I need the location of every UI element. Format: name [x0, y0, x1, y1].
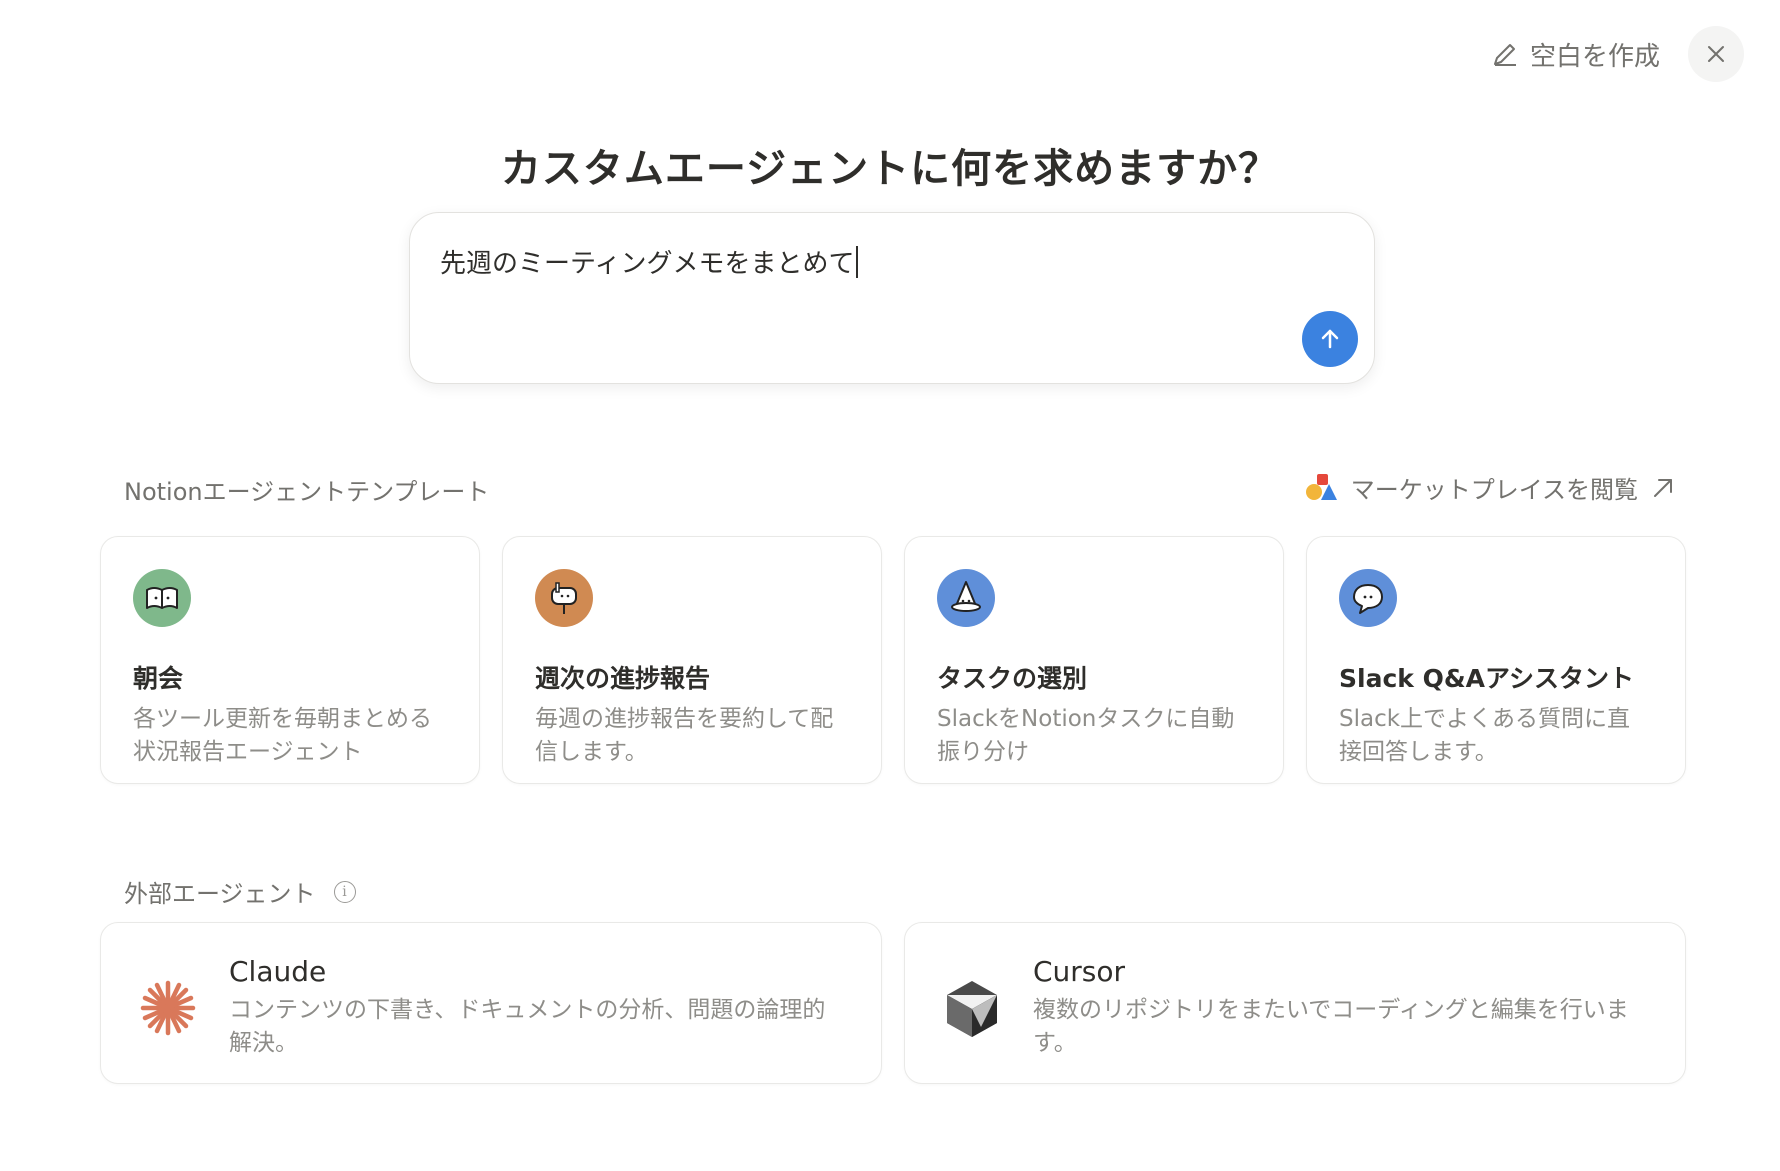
pencil-icon: [1493, 44, 1516, 66]
browse-marketplace-link[interactable]: マーケットプレイスを閲覧: [1303, 470, 1676, 505]
arrow-up-icon: [1321, 329, 1339, 349]
create-blank-label: 空白を作成: [1529, 41, 1660, 72]
claude-icon: [140, 980, 196, 1036]
external-agent-text: Claude コンテンツの下書き、ドキュメントの分析、問題の論理的解決。: [229, 955, 845, 1056]
prompt-value: 先週のミーティングメモをまとめて: [440, 249, 855, 279]
marketplace-shapes-icon: [1305, 473, 1337, 500]
create-blank-button[interactable]: 空白を作成: [1490, 36, 1660, 73]
marketplace-label: マーケットプレイスを閲覧: [1350, 476, 1638, 504]
page-title: カスタムエージェントに何を求めますか？: [500, 146, 1280, 192]
prompt-text-wrap: 先週のミーティングメモをまとめて: [440, 243, 859, 280]
template-card-weekly-report[interactable]: 週次の進捗報告 毎週の進捗報告を要約して配信します。: [502, 536, 882, 784]
external-link-arrow-icon: [1654, 478, 1672, 497]
template-card-slack-qa[interactable]: Slack Q&Aアシスタント Slack上でよくある質問に直接回答します。: [1306, 536, 1686, 784]
cursor-icon: [947, 981, 997, 1037]
info-icon[interactable]: i: [333, 880, 356, 903]
template-title: タスクの選別: [937, 664, 1088, 693]
template-title: 週次の進捗報告: [535, 664, 711, 693]
external-title: 外部エージェント: [124, 880, 316, 908]
template-desc: 各ツール更新を毎朝まとめる状況報告エージェント: [133, 706, 432, 765]
external-agent-desc: 複数のリポジトリをまたいでコーディングと編集を行います。: [1033, 997, 1629, 1056]
top-actions: 空白を作成: [1490, 26, 1744, 82]
text-caret: [856, 245, 859, 278]
template-card-morning-standup[interactable]: 朝会 各ツール更新を毎朝まとめる状況報告エージェント: [100, 536, 480, 784]
template-title: Slack Q&Aアシスタント: [1339, 664, 1634, 693]
templates-section-title: Notionエージェントテンプレート: [124, 472, 489, 507]
templates-title: Notionエージェントテンプレート: [124, 478, 490, 506]
close-icon: [1708, 46, 1724, 62]
mailbox-icon: [535, 569, 593, 627]
external-agent-cursor[interactable]: Cursor 複数のリポジトリをまたいでコーディングと編集を行います。: [904, 922, 1686, 1084]
send-button[interactable]: [1302, 311, 1358, 367]
template-cards: 朝会 各ツール更新を毎朝まとめる状況報告エージェント 週次の進捗報告 毎週の進捗…: [100, 536, 1686, 784]
template-title: 朝会: [133, 664, 184, 693]
template-card-task-triage[interactable]: タスクの選別 SlackをNotionタスクに自動振り分け: [904, 536, 1284, 784]
external-agent-title: Cursor: [1033, 955, 1126, 988]
external-agent-claude[interactable]: Claude コンテンツの下書き、ドキュメントの分析、問題の論理的解決。: [100, 922, 882, 1084]
speech-bubble-icon: [1339, 569, 1397, 627]
external-agent-cards: Claude コンテンツの下書き、ドキュメントの分析、問題の論理的解決。 Cur…: [100, 922, 1686, 1084]
template-desc: Slack上でよくある質問に直接回答します。: [1339, 706, 1631, 765]
template-desc: 毎週の進捗報告を要約して配信します。: [535, 706, 834, 765]
external-agent-title: Claude: [229, 955, 327, 988]
external-section-title: 外部エージェント i: [124, 874, 356, 909]
external-agent-text: Cursor 複数のリポジトリをまたいでコーディングと編集を行います。: [1033, 955, 1649, 1056]
external-agent-desc: コンテンツの下書き、ドキュメントの分析、問題の論理的解決。: [229, 997, 826, 1056]
book-icon: [133, 569, 191, 627]
witch-hat-icon: [937, 569, 995, 627]
close-button[interactable]: [1688, 26, 1744, 82]
template-desc: SlackをNotionタスクに自動振り分け: [937, 706, 1235, 765]
prompt-input[interactable]: 先週のミーティングメモをまとめて: [409, 212, 1375, 384]
